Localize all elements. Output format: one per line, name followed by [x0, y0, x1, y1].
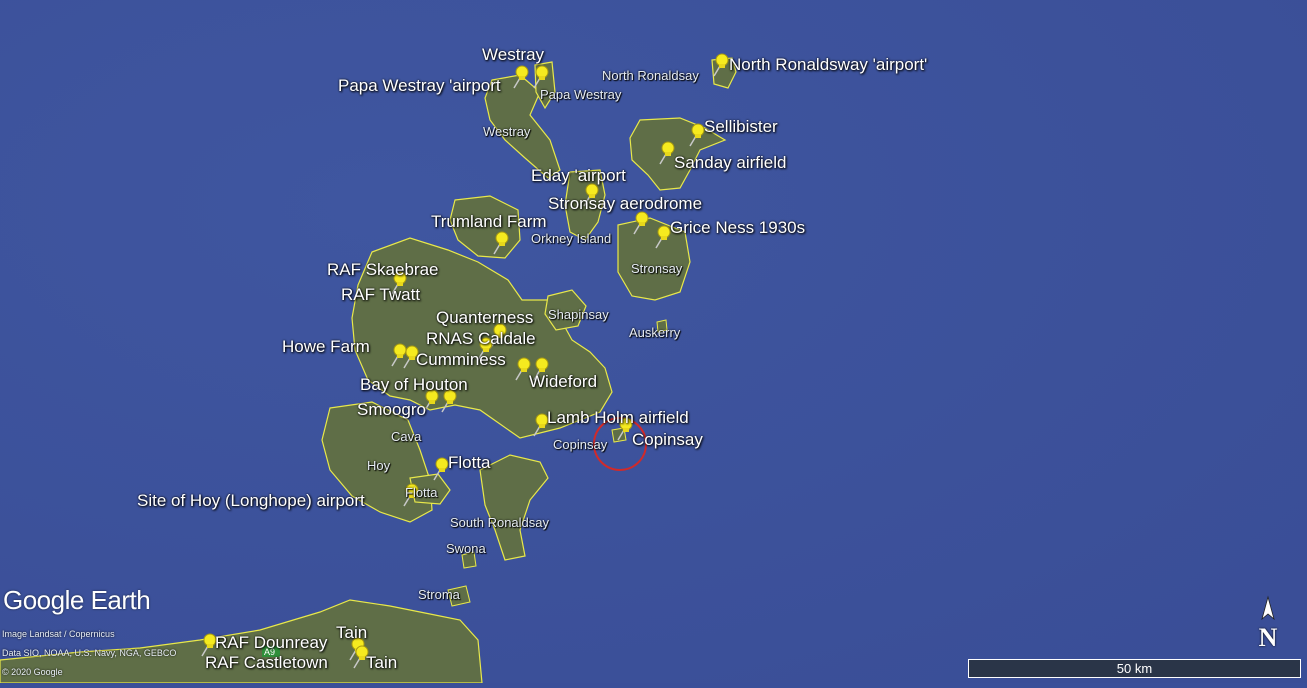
- pin-label[interactable]: Sellibister: [704, 117, 778, 137]
- pin-label[interactable]: Wideford: [529, 372, 597, 392]
- north-arrow-icon: [1261, 595, 1275, 621]
- place-label: Auskerry: [629, 325, 681, 340]
- place-label: Cava: [391, 429, 422, 444]
- pin-label[interactable]: RAF Skaebrae: [327, 260, 439, 280]
- pin-label[interactable]: Bay of Houton: [360, 375, 468, 395]
- pin-label[interactable]: Westray: [482, 45, 544, 65]
- place-label: Stroma: [418, 587, 460, 602]
- pin-label[interactable]: Sanday airfield: [674, 153, 786, 173]
- place-label: North Ronaldsay: [602, 68, 699, 83]
- pin-label[interactable]: RNAS Caldale: [426, 329, 536, 349]
- pin-label[interactable]: Smoogro: [357, 400, 426, 420]
- google-earth-logo: Google Earth: [3, 585, 151, 615]
- place-label: Westray: [483, 124, 531, 139]
- place-label: Hoy: [367, 458, 391, 473]
- scale-label: 50 km: [1116, 661, 1153, 676]
- pin-label[interactable]: Tain: [336, 623, 367, 643]
- pin-label[interactable]: Tain: [366, 653, 397, 673]
- pin-label[interactable]: RAF Castletown: [205, 653, 328, 673]
- place-label: Orkney Island: [531, 231, 612, 246]
- place-label: Shapinsay: [548, 307, 609, 322]
- pin-label[interactable]: Cumminess: [416, 350, 506, 370]
- sea: [0, 0, 1307, 683]
- pin-label[interactable]: Copinsay: [632, 430, 703, 450]
- pin-label[interactable]: RAF Dounreay: [215, 633, 327, 653]
- place-label: Flotta: [405, 485, 438, 500]
- pin-label[interactable]: North Ronaldsway 'airport': [729, 55, 927, 75]
- pin-label[interactable]: Grice Ness 1930s: [670, 218, 805, 238]
- north-label: N: [1258, 623, 1278, 652]
- pin-label[interactable]: Eday 'airport: [531, 166, 626, 186]
- image-credit: Image Landsat / Copernicus: [2, 629, 115, 639]
- pin-label[interactable]: Stronsay aerodrome: [548, 194, 702, 214]
- north-compass[interactable]: N: [1254, 595, 1282, 655]
- scale-bar: 50 km: [968, 659, 1301, 678]
- data-credit: Data SIO, NOAA, U.S. Navy, NGA, GEBCO: [2, 648, 177, 658]
- pin-label[interactable]: Trumland Farm: [431, 212, 547, 232]
- map-canvas: A9: [0, 0, 1307, 684]
- copyright: © 2020 Google: [2, 667, 63, 677]
- place-label: Stronsay: [631, 261, 683, 276]
- place-label: South Ronaldsay: [450, 515, 550, 530]
- pin-label[interactable]: Flotta: [448, 453, 491, 473]
- pin-label[interactable]: Papa Westray 'airport: [338, 76, 501, 96]
- pin-label[interactable]: RAF Twatt: [341, 285, 420, 305]
- pin-label[interactable]: Site of Hoy (Longhope) airport: [137, 491, 365, 511]
- place-label: Papa Westray: [540, 87, 622, 102]
- pin-label[interactable]: Howe Farm: [282, 337, 370, 357]
- pin-label[interactable]: Quanterness: [436, 308, 533, 328]
- place-label: Swona: [446, 541, 486, 556]
- map-view[interactable]: A9 Westray Papa Westray 'airport North R…: [0, 0, 1307, 684]
- pin-label[interactable]: Lamb Holm airfield: [547, 408, 689, 428]
- place-label: Copinsay: [553, 437, 608, 452]
